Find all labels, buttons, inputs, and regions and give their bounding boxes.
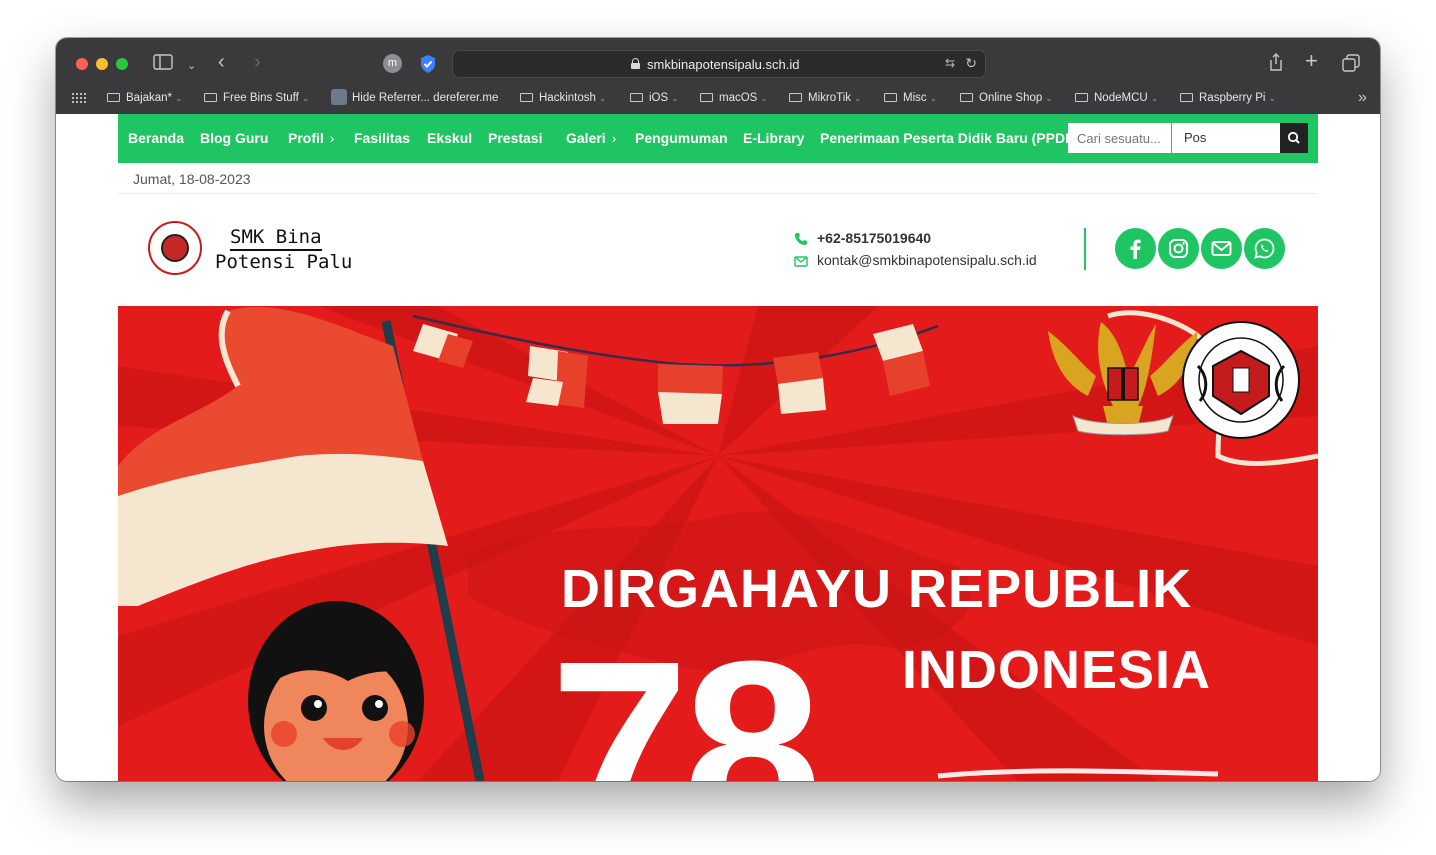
chevron-down-icon: ⌄ [1045,93,1053,103]
school-logo-text[interactable]: SMK Bina Potensi Palu [215,226,352,274]
forward-icon[interactable]: › [254,52,261,72]
chevron-down-icon: ⌄ [301,93,310,103]
browser-toolbar: ⌄ ‹ › m smkbinapotensipalu.sch.id ⇆ ↻ + … [56,38,1380,114]
whatsapp-button[interactable] [1244,228,1285,269]
facebook-icon [1130,239,1141,259]
folder-icon [630,93,643,102]
bookmark-folder[interactable]: iOS ⌄ [630,87,679,109]
school-logo-emblem[interactable] [148,221,202,275]
yayasan-emblem [1182,321,1300,439]
chevron-down-icon: ⌄ [175,93,183,103]
search-input[interactable] [1068,123,1171,153]
bookmark-folder[interactable]: Misc ⌄ [884,87,937,109]
envelope-icon [794,256,808,267]
chevron-down-icon: ⌄ [1150,93,1159,103]
contact-info: +62-85175019640 kontak@smkbinapotensipal… [794,230,1037,274]
facebook-button[interactable] [1115,228,1156,269]
search-icon [1287,131,1300,144]
email-address[interactable]: kontak@smkbinapotensipalu.sch.id [817,252,1037,268]
instagram-icon [1169,239,1188,258]
bookmark-folder[interactable]: NodeMCU ⌄ [1075,87,1158,109]
folder-icon [960,93,973,102]
translate-icon[interactable]: ⇆ [945,56,955,70]
minimize-window-button[interactable] [96,58,108,70]
nav-item-ppdb[interactable]: Penerimaan Peserta Didik Baru (PPDB) [820,130,1080,146]
email-button[interactable] [1201,228,1242,269]
nav-item-beranda[interactable]: Beranda [128,130,184,146]
browser-window: ⌄ ‹ › m smkbinapotensipalu.sch.id ⇆ ↻ + … [56,38,1380,781]
chevron-down-icon: ⌄ [671,93,679,103]
folder-icon [700,93,713,102]
nav-item-ekskul[interactable]: Ekskul [427,130,472,146]
instagram-button[interactable] [1158,228,1199,269]
tab-overview-icon[interactable] [1342,54,1360,78]
sidebar-toggle-icon[interactable] [153,54,173,76]
page-viewport: Beranda Blog Guru Profil › Fasilitas Eksk… [56,114,1380,781]
nav-item-e-library[interactable]: E-Library [743,130,804,146]
chevron-down-icon[interactable]: ⌄ [187,56,196,76]
hero-banner[interactable]: DIRGAHAYU REPUBLIK INDONESIA 78 [118,306,1318,781]
divider [1084,228,1086,270]
folder-icon [520,93,533,102]
new-tab-icon[interactable]: + [1305,50,1318,72]
share-icon[interactable] [1268,52,1284,78]
reload-icon[interactable]: ↻ [965,55,977,72]
bookmark-folder[interactable]: Hackintosh ⌄ [520,87,606,109]
bookmark-link[interactable]: Hide Referrer... dereferer.me [331,87,498,109]
current-date: Jumat, 18-08-2023 [133,171,251,187]
privacy-shield-icon[interactable] [419,54,437,74]
profile-avatar[interactable]: m [383,54,402,73]
nav-item-profil[interactable]: Profil › [288,130,334,146]
chevron-down-icon: ⌄ [854,93,862,103]
nav-item-pengumuman[interactable]: Pengumuman [635,130,728,146]
phone-icon [795,233,807,245]
bookmarks-bar: Bajakan* ⌄ Free Bins Stuff ⌄ Hide Referrer… [56,87,1380,109]
bookmarks-overflow-icon[interactable]: » [1358,87,1367,109]
zoom-window-button[interactable] [116,58,128,70]
chevron-down-icon: ⌄ [760,93,768,103]
folder-icon [1180,93,1193,102]
chevron-right-icon: › [329,130,335,146]
address-bar[interactable]: smkbinapotensipalu.sch.id ⇆ ↻ [452,50,986,78]
envelope-icon [1211,241,1232,256]
bookmark-folder[interactable]: macOS ⌄ [700,87,768,109]
bookmark-folder[interactable]: Free Bins Stuff ⌄ [204,87,309,109]
back-icon[interactable]: ‹ [218,52,225,72]
chevron-down-icon: ⌄ [598,93,607,103]
hero-title-line2: INDONESIA [902,640,1212,700]
hero-anniversary-number: 78 [550,609,822,782]
folder-icon [1075,93,1088,102]
lock-icon [631,58,640,69]
chevron-down-icon: ⌄ [929,93,938,103]
folder-icon [204,93,217,102]
bookmark-folder[interactable]: Raspberry Pi ⌄ [1180,87,1276,109]
date-bar: Jumat, 18-08-2023 [118,163,1318,194]
folder-icon [107,93,120,102]
bookmark-folder[interactable]: MikroTik ⌄ [789,87,862,109]
phone-number[interactable]: +62-85175019640 [817,230,931,246]
nav-item-blog-guru[interactable]: Blog Guru [200,130,268,146]
nav-item-prestasi[interactable]: Prestasi [488,130,542,146]
close-window-button[interactable] [76,58,88,70]
url-text: smkbinapotensipalu.sch.id [647,57,800,72]
whatsapp-icon [1254,238,1275,259]
web-page: Beranda Blog Guru Profil › Fasilitas Eksk… [118,114,1318,781]
site-favicon [331,89,347,105]
search-button[interactable] [1280,123,1308,153]
folder-icon [789,93,802,102]
chevron-right-icon: › [611,130,617,146]
bookmark-folder[interactable]: Bajakan* ⌄ [107,87,183,109]
chevron-down-icon: ⌄ [1268,93,1277,103]
nav-item-fasilitas[interactable]: Fasilitas [354,130,410,146]
search-scope-select[interactable]: Pos [1172,123,1280,153]
folder-icon [884,93,897,102]
nav-item-galeri[interactable]: Galeri › [566,130,616,146]
main-navigation: Beranda Blog Guru Profil › Fasilitas Eksk… [118,114,1318,163]
bookmark-folder[interactable]: Online Shop ⌄ [960,87,1053,109]
